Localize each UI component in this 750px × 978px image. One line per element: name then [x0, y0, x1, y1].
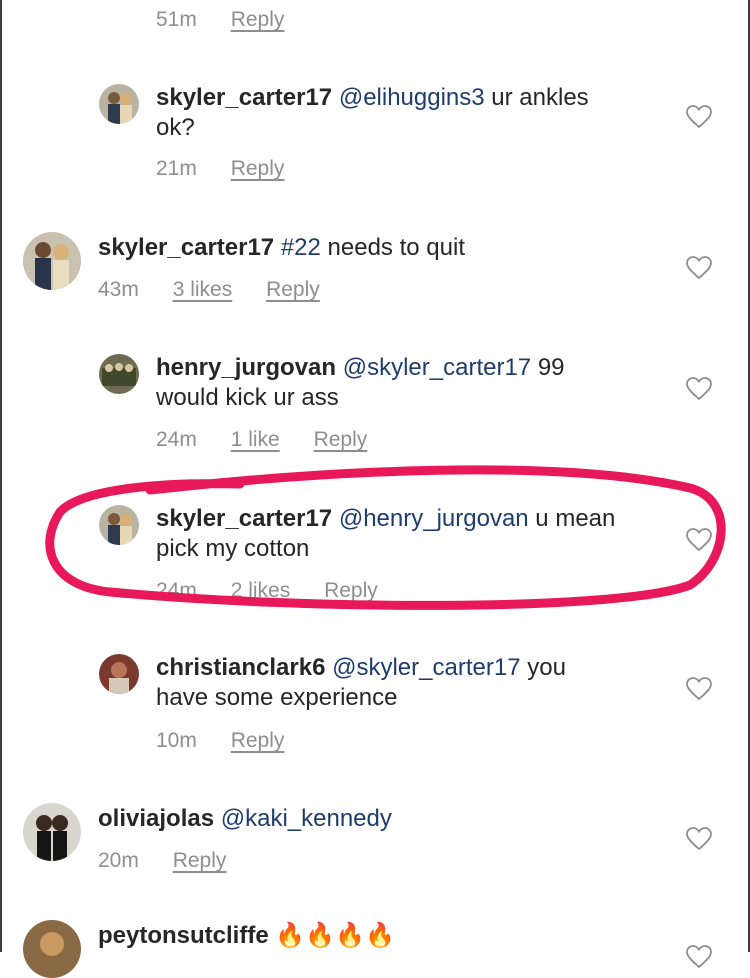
- reply-button[interactable]: Reply: [324, 579, 378, 602]
- avatar[interactable]: [99, 354, 139, 394]
- comment-text: skyler_carter17 @henry_jurgovan u mean p…: [156, 504, 656, 564]
- comment-time: 43m: [98, 278, 139, 301]
- avatar[interactable]: [23, 920, 81, 978]
- reply-button[interactable]: Reply: [266, 278, 320, 301]
- comment-username[interactable]: oliviajolas: [98, 805, 214, 832]
- comment-meta: 21m Reply: [156, 157, 312, 181]
- heart-outline-icon[interactable]: [686, 528, 712, 552]
- comment-text: skyler_carter17 @elihuggins3 ur ankles o…: [156, 83, 636, 143]
- comment-time: 20m: [98, 849, 139, 872]
- heart-outline-icon[interactable]: [686, 377, 712, 401]
- comment-body: u mean: [528, 505, 616, 532]
- comment-meta: 10m Reply: [156, 729, 312, 753]
- comment-meta: 20m Reply: [98, 849, 254, 873]
- comment-text: oliviajolas @kaki_kennedy: [98, 804, 658, 834]
- comment-hashtag[interactable]: #22: [281, 234, 321, 261]
- comment-body-line2: pick my cotton: [156, 535, 310, 562]
- comment-mention[interactable]: @kaki_kennedy: [221, 805, 392, 832]
- comment-body: 99: [531, 354, 565, 381]
- comment-username[interactable]: christianclark6: [156, 654, 325, 681]
- comment-text: skyler_carter17 #22 needs to quit: [98, 233, 658, 263]
- comment-username[interactable]: henry_jurgovan: [156, 354, 336, 381]
- reply-button[interactable]: Reply: [314, 428, 368, 451]
- comment-username[interactable]: peytonsutcliffe: [98, 922, 269, 949]
- comment-username[interactable]: skyler_carter17: [98, 234, 274, 261]
- comment-meta: 24m 2 likes Reply: [156, 579, 406, 603]
- comment-time: 10m: [156, 729, 197, 752]
- comment-text: christianclark6 @skyler_carter17 you hav…: [156, 653, 636, 713]
- comment-body: ur ankles: [484, 84, 589, 111]
- comment-time: 24m: [156, 579, 197, 602]
- comment-body: you: [520, 654, 566, 681]
- comment-time: 21m: [156, 157, 197, 180]
- heart-outline-icon[interactable]: [686, 105, 712, 129]
- heart-outline-icon[interactable]: [686, 945, 712, 969]
- heart-outline-icon[interactable]: [686, 677, 712, 701]
- likes-count[interactable]: 3 likes: [173, 278, 233, 301]
- comment-time: 24m: [156, 428, 197, 451]
- reply-button[interactable]: Reply: [231, 729, 285, 752]
- comment-meta: 51m Reply: [156, 8, 312, 32]
- comment-body-line2: have some experience: [156, 684, 398, 711]
- comment-meta: 43m 3 likes Reply: [98, 278, 348, 302]
- avatar[interactable]: [23, 803, 81, 861]
- reply-button[interactable]: Reply: [231, 157, 285, 180]
- comment-mention[interactable]: @henry_jurgovan: [339, 505, 529, 532]
- heart-outline-icon[interactable]: [686, 256, 712, 280]
- screenshot-border-left: [0, 0, 2, 952]
- avatar[interactable]: [23, 232, 81, 290]
- avatar[interactable]: [99, 84, 139, 124]
- comment-body: 🔥🔥🔥🔥: [268, 922, 395, 949]
- comment-body: needs to quit: [320, 234, 465, 261]
- likes-count[interactable]: 1 like: [231, 428, 280, 451]
- heart-outline-icon[interactable]: [686, 827, 712, 851]
- reply-button[interactable]: Reply: [173, 849, 227, 872]
- avatar[interactable]: [99, 654, 139, 694]
- avatar[interactable]: [99, 505, 139, 545]
- comment-mention[interactable]: @skyler_carter17: [332, 654, 520, 681]
- comment-username[interactable]: skyler_carter17: [156, 84, 332, 111]
- comment-username[interactable]: skyler_carter17: [156, 505, 332, 532]
- comment-text: henry_jurgovan @skyler_carter17 99 would…: [156, 353, 636, 413]
- comment-body-line2: ok?: [156, 114, 195, 141]
- comment-meta: 24m 1 like Reply: [156, 428, 395, 452]
- reply-button[interactable]: Reply: [231, 8, 285, 31]
- comment-mention[interactable]: @elihuggins3: [339, 84, 485, 111]
- comment-body-line2: would kick ur ass: [156, 384, 339, 411]
- comment-mention[interactable]: @skyler_carter17: [343, 354, 531, 381]
- comment-time: 51m: [156, 8, 197, 31]
- comment-text: peytonsutcliffe 🔥🔥🔥🔥: [98, 921, 658, 951]
- likes-count[interactable]: 2 likes: [231, 579, 291, 602]
